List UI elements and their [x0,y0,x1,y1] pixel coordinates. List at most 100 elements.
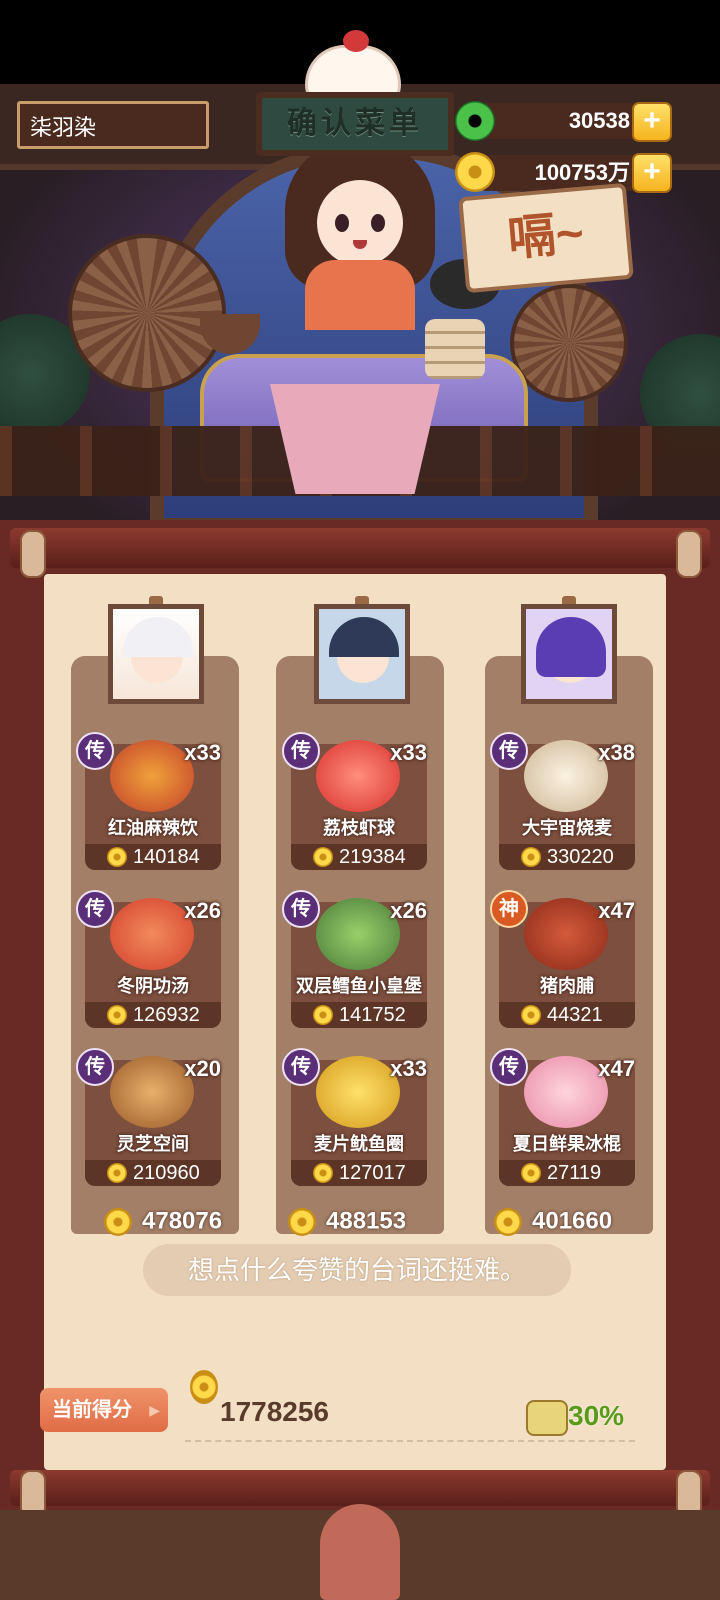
player-name: 柒羽染 [30,115,97,140]
add-jade-button[interactable]: + [632,102,672,142]
dish-image [524,740,608,812]
legend-tag: 传 [282,890,320,928]
dish-price: 210960 [133,1162,200,1184]
column-total: 478076 [104,1206,222,1240]
character-mouth [353,240,367,249]
plus-icon: + [643,155,661,188]
column-total: 401660 [494,1206,612,1240]
dish-image [110,740,194,812]
dish-price: 127017 [339,1162,406,1184]
coin-icon [494,1207,522,1236]
dish-price-row: 126932 [85,1002,221,1028]
dish-name: 红油麻辣饮 [108,818,198,838]
guest-portrait[interactable] [521,604,617,704]
dish-quantity: x47 [598,898,635,923]
coin-icon [190,1370,218,1404]
dish-price: 126932 [133,1004,200,1026]
jade-amount: 30538 [568,108,630,133]
dish-card[interactable]: 传 x38 大宇宙烧麦 330220 [490,730,635,876]
legend-tag: 传 [282,732,320,770]
dish-price: 141752 [339,1004,406,1026]
dish-quantity: x20 [184,1056,221,1081]
dish-price-row: 44321 [499,1002,635,1028]
dish-price: 219384 [339,846,406,868]
coin-icon [313,1005,333,1025]
dish-quantity: x33 [184,740,221,765]
legend-tag: 传 [282,1048,320,1086]
dish-card[interactable]: 传 x33 麦片鱿鱼圈 127017 [282,1046,427,1192]
dish-image [524,898,608,970]
dish-price-row: 219384 [291,844,427,870]
column-total: 488153 [288,1206,406,1240]
guest-portrait[interactable] [314,604,410,704]
dish-card[interactable]: 神 x47 猪肉脯 44321 [490,888,635,1034]
coin-icon [313,1163,333,1183]
dish-price-row: 140184 [85,844,221,870]
dish-card[interactable]: 传 x47 夏日鲜果冰棍 27119 [490,1046,635,1192]
arrow-right-icon: ▶ [149,1402,160,1418]
character-eye-left [335,214,349,232]
dish-image [110,1056,194,1128]
character-face [317,180,403,266]
dish-name: 灵芝空间 [117,1134,189,1154]
stacked-bowls [425,319,485,379]
scroll-rod-top [10,528,710,568]
dish-name: 麦片鱿鱼圈 [314,1134,404,1154]
column-total-value: 478076 [142,1207,223,1235]
legend-tag: 传 [490,732,528,770]
dish-card[interactable]: 传 x33 红油麻辣饮 140184 [76,730,221,876]
bonus-bag-icon [526,1400,568,1436]
coin-icon [104,1207,132,1236]
dish-price: 44321 [547,1004,603,1026]
god-tag: 神 [490,890,528,928]
fan-decoration-right [510,284,628,402]
bonus-percentage: 30% [568,1400,625,1431]
character-eye-right [371,214,385,232]
current-score-button[interactable]: 当前得分 ▶ [40,1388,168,1432]
score-divider [185,1440,635,1442]
coin-icon [313,847,333,867]
scroll-rod-bottom [10,1470,710,1506]
coin-icon [521,1005,541,1025]
plus-icon: + [643,104,661,137]
coin-icon [288,1207,316,1236]
column-total-value: 401660 [532,1207,613,1235]
current-score-value: 1778256 [220,1396,330,1427]
jade-icon [455,101,495,141]
dish-name: 荔枝虾球 [323,818,395,838]
coin-icon [107,1163,127,1183]
dish-price-row: 127017 [291,1160,427,1186]
coin-icon [521,847,541,867]
dish-card[interactable]: 传 x26 双层鳕鱼小皇堡 141752 [282,888,427,1034]
dish-name: 夏日鲜果冰棍 [513,1134,621,1154]
dish-quantity: x33 [390,740,427,765]
dish-price: 330220 [547,846,614,868]
knot-tassel-decoration [320,1504,400,1600]
dish-card[interactable]: 传 x33 荔枝虾球 219384 [282,730,427,876]
customer-quote: 想点什么夸赞的台词还挺难。 [143,1244,571,1296]
coin-amount: 100753万 [534,160,630,185]
dish-image [316,740,400,812]
legend-tag: 传 [76,890,114,928]
add-coin-button[interactable]: + [632,153,672,193]
dish-quantity: x26 [184,898,221,923]
coin-icon [455,152,495,192]
legend-tag: 传 [76,732,114,770]
dish-name: 大宇宙烧麦 [522,818,612,838]
dish-card[interactable]: 传 x20 灵芝空间 210960 [76,1046,221,1192]
guest-portrait[interactable] [108,604,204,704]
dish-price: 140184 [133,846,200,868]
dish-card[interactable]: 传 x26 冬阴功汤 126932 [76,888,221,1034]
dish-quantity: x47 [598,1056,635,1081]
dish-name: 冬阴功汤 [117,976,189,996]
coin-icon [107,1005,127,1025]
scroll-knob [676,530,702,578]
dish-price-row: 141752 [291,1002,427,1028]
dish-image [316,1056,400,1128]
dish-quantity: x33 [390,1056,427,1081]
dish-quantity: x38 [598,740,635,765]
dish-image [524,1056,608,1128]
dish-quantity: x26 [390,898,427,923]
speech-bubble: 嗝~ [458,182,634,294]
scroll-knob [20,530,46,578]
